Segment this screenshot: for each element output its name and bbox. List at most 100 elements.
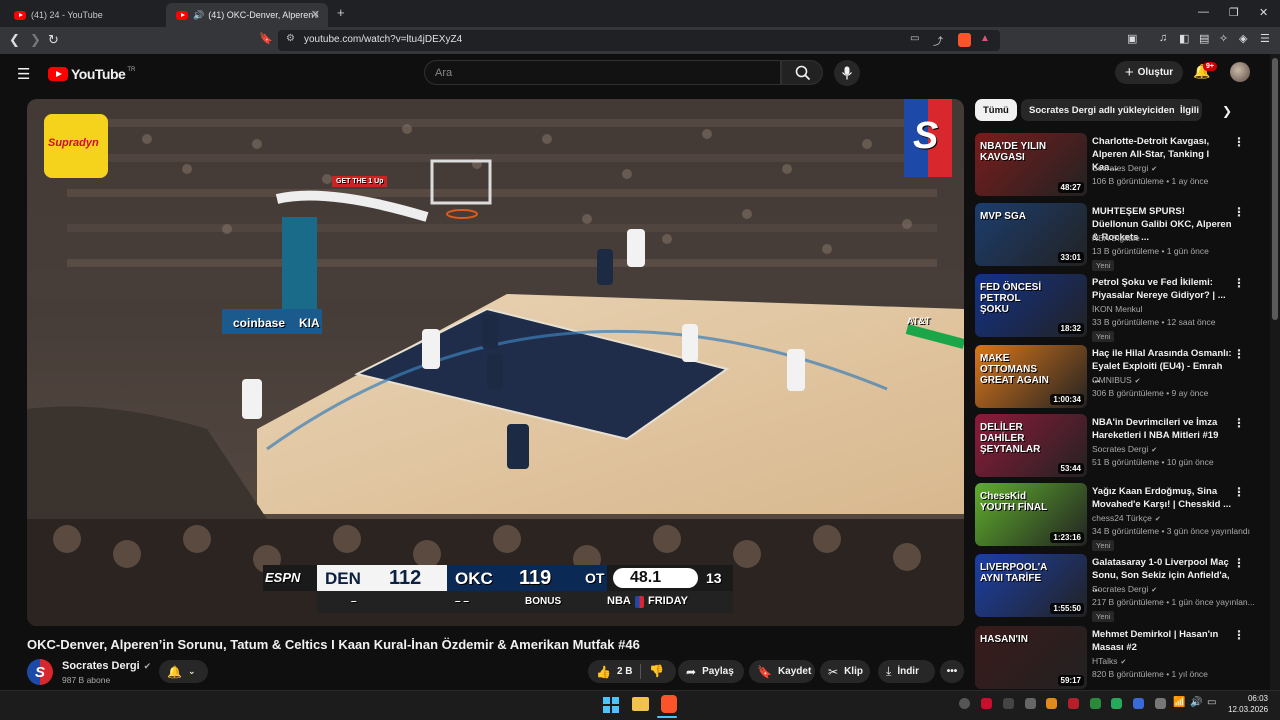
battery-icon[interactable]: ▭ <box>1207 697 1216 708</box>
recommendation-channel[interactable]: Socrates Dergi ✔ <box>1092 584 1157 594</box>
wallet-icon[interactable]: ▤ <box>1199 32 1209 45</box>
recommendation-channel[interactable]: OMNIBUS ✔ <box>1092 375 1141 385</box>
recommendation-channel[interactable]: Socrates Dergi ✔ <box>1092 163 1157 173</box>
recommendation-title[interactable]: Petrol Şoku ve Fed İkilemi: Piyasalar Ne… <box>1092 276 1232 302</box>
bookmark-icon[interactable]: 🔖 <box>259 32 273 45</box>
save-button[interactable]: 🔖 Kaydet <box>749 660 815 683</box>
avatar[interactable] <box>1230 62 1250 82</box>
recommendation-thumbnail[interactable]: HASAN'IN 59:17 <box>975 626 1087 689</box>
recommendation-item[interactable]: LIVERPOOL'A AYNI TARİFE 1:55:50 Galatasara… <box>975 554 1260 622</box>
channel-avatar[interactable]: S <box>27 659 53 685</box>
new-tab-button[interactable]: + <box>337 5 345 20</box>
maximize-button[interactable]: ❐ <box>1229 6 1239 19</box>
more-vertical-icon[interactable]: ⋮ <box>1233 276 1245 290</box>
like-count[interactable]: 2 B <box>617 666 633 677</box>
video-player[interactable]: coinbase KIA GET THE 1 Up AT&T Supradyn … <box>27 99 964 626</box>
chip-from-uploader[interactable]: Socrates Dergi adlı yükleyiciden <box>1021 99 1183 121</box>
more-vertical-icon[interactable]: ⋮ <box>1233 347 1245 361</box>
recommendation-thumbnail[interactable]: MAKE OTTOMANS GREAT AGAIN 1:00:34 <box>975 345 1087 408</box>
recommendation-channel[interactable]: İKON Menkul <box>1092 304 1143 314</box>
cast-icon[interactable]: ▭ <box>910 33 919 44</box>
recommendation-thumbnail[interactable]: LIVERPOOL'A AYNI TARİFE 1:55:50 <box>975 554 1087 617</box>
recommendation-item[interactable]: NBA'DE YILIN KAVGASI 48:27 Charlotte-Detro… <box>975 133 1260 197</box>
start-button-windows-icon[interactable] <box>603 697 619 713</box>
recommendation-title[interactable]: Yağız Kaan Erdoğmuş, Sina Movahed'e Karş… <box>1092 485 1232 511</box>
download-button[interactable]: ⤓ İndir <box>878 660 935 683</box>
share-page-icon[interactable]: ⤴ <box>933 33 943 48</box>
hamburger-menu-icon[interactable]: ☰ <box>17 65 30 83</box>
browser-tab[interactable]: (41) 24 - YouTube <box>4 3 164 27</box>
create-button[interactable]: + Oluştur <box>1115 61 1183 84</box>
tray-app-icon[interactable] <box>1046 698 1057 709</box>
tray-app-icon[interactable] <box>1090 698 1101 709</box>
recommendation-item[interactable]: MAKE OTTOMANS GREAT AGAIN 1:00:34 Haç ile … <box>975 345 1260 409</box>
vpn-icon[interactable]: ◈ <box>1239 32 1247 45</box>
leo-ai-icon[interactable]: ✧ <box>1219 32 1228 45</box>
media-icon[interactable]: ♫ <box>1159 32 1167 44</box>
clip-button[interactable]: ✂ Klip <box>820 660 870 683</box>
recommendation-thumbnail[interactable]: ChessKid YOUTH FİNAL 1:23:16 <box>975 483 1087 546</box>
tray-app-icon[interactable] <box>1111 698 1122 709</box>
tray-app-icon[interactable] <box>1068 698 1079 709</box>
recommendation-item[interactable]: ChessKid YOUTH FİNAL 1:23:16 Yağız Kaan Er… <box>975 483 1260 551</box>
reader-icon[interactable]: ◧ <box>1179 32 1189 45</box>
recommendation-title[interactable]: NBA'in Devrimcileri ve İmza Hareketleri … <box>1092 416 1232 442</box>
share-button[interactable]: ➦ Paylaş <box>678 660 744 683</box>
menu-icon[interactable]: ☰ <box>1260 32 1270 45</box>
more-vertical-icon[interactable]: ⋮ <box>1233 205 1245 219</box>
file-explorer-icon[interactable] <box>632 697 649 711</box>
recommendation-channel[interactable]: Socrates Dergi ✔ <box>1092 444 1157 454</box>
more-actions-button[interactable]: ••• <box>940 660 964 683</box>
tray-app-icon[interactable] <box>981 698 992 709</box>
youtube-logo[interactable]: YouTube TR <box>48 66 135 82</box>
address-bar[interactable]: ⚙ youtube.com/watch?v=ltu4jDEXyZ4 ▭ ⤴ ▲ <box>278 30 1000 51</box>
tray-app-icon[interactable] <box>1155 698 1166 709</box>
site-info-icon[interactable]: ⚙ <box>286 33 295 44</box>
more-vertical-icon[interactable]: ⋮ <box>1233 135 1245 149</box>
browser-tab-active[interactable]: 🔊 (41) OKC-Denver, Alperen'in S ✕ <box>166 3 328 27</box>
recommendation-item[interactable]: DELİLER DAHİLER ŞEYTANLAR 53:44 NBA'in Dev… <box>975 414 1260 478</box>
tray-app-icon[interactable] <box>1025 698 1036 709</box>
recommendation-item[interactable]: FED ÖNCESİ PETROL ŞOKU 18:32 Petrol Şoku v… <box>975 274 1260 342</box>
sidebar-icon[interactable]: ▣ <box>1127 32 1137 45</box>
brave-rewards-icon[interactable]: ▲ <box>980 33 990 44</box>
recommendation-item[interactable]: HASAN'IN 59:17 Mehmet Demirkol | Hasan'ın … <box>975 626 1260 690</box>
tray-app-icon[interactable] <box>1003 698 1014 709</box>
like-icon[interactable]: 👍 <box>596 665 611 679</box>
recommendation-channel[interactable]: NBA Digitale <box>1092 233 1140 243</box>
wifi-icon[interactable]: 📶 <box>1173 697 1185 708</box>
recommendation-channel[interactable]: HTalks ✔ <box>1092 656 1126 666</box>
reload-icon[interactable]: ↻ <box>48 32 59 48</box>
more-vertical-icon[interactable]: ⋮ <box>1233 556 1245 570</box>
chip-related[interactable]: İlgili <box>1174 99 1202 121</box>
search-button[interactable] <box>781 60 823 85</box>
chip-all[interactable]: Tümü <box>975 99 1017 121</box>
recommendation-thumbnail[interactable]: MVP SGA 33:01 <box>975 203 1087 266</box>
recommendation-thumbnail[interactable]: DELİLER DAHİLER ŞEYTANLAR 53:44 <box>975 414 1087 477</box>
minimize-button[interactable]: — <box>1198 6 1209 18</box>
more-vertical-icon[interactable]: ⋮ <box>1233 416 1245 430</box>
tray-app-icon[interactable] <box>1133 698 1144 709</box>
search-input[interactable]: Ara <box>424 60 781 85</box>
recommendation-channel[interactable]: chess24 Türkçe ✔ <box>1092 513 1161 523</box>
brave-shields-icon[interactable] <box>958 33 971 47</box>
window-close-button[interactable]: ✕ <box>1259 6 1268 19</box>
recommendation-thumbnail[interactable]: NBA'DE YILIN KAVGASI 48:27 <box>975 133 1087 196</box>
recommendation-thumbnail[interactable]: FED ÖNCESİ PETROL ŞOKU 18:32 <box>975 274 1087 337</box>
volume-icon[interactable]: 🔊 <box>1190 697 1202 708</box>
forward-icon[interactable]: ❯ <box>30 32 41 48</box>
brave-browser-icon[interactable] <box>661 695 677 713</box>
scrollbar-thumb[interactable] <box>1272 58 1278 320</box>
close-icon[interactable]: ✕ <box>311 8 320 21</box>
more-vertical-icon[interactable]: ⋮ <box>1233 628 1245 642</box>
channel-link[interactable]: Socrates Dergi ✔ <box>62 660 151 672</box>
clock[interactable]: 06:03 12.03.2026 <box>1228 694 1268 714</box>
dislike-icon[interactable]: 👎 <box>649 664 664 678</box>
tray-app-icon[interactable] <box>959 698 970 709</box>
chevron-right-icon[interactable]: ❯ <box>1222 104 1232 118</box>
more-vertical-icon[interactable]: ⋮ <box>1233 485 1245 499</box>
subscription-bell-button[interactable]: 🔔 ⌄ <box>159 660 208 683</box>
back-icon[interactable]: ❮ <box>9 32 20 48</box>
voice-search-button[interactable] <box>834 60 860 86</box>
recommendation-item[interactable]: MVP SGA 33:01 MUHTEŞEM SPURS! Düellonun Ga… <box>975 203 1260 271</box>
